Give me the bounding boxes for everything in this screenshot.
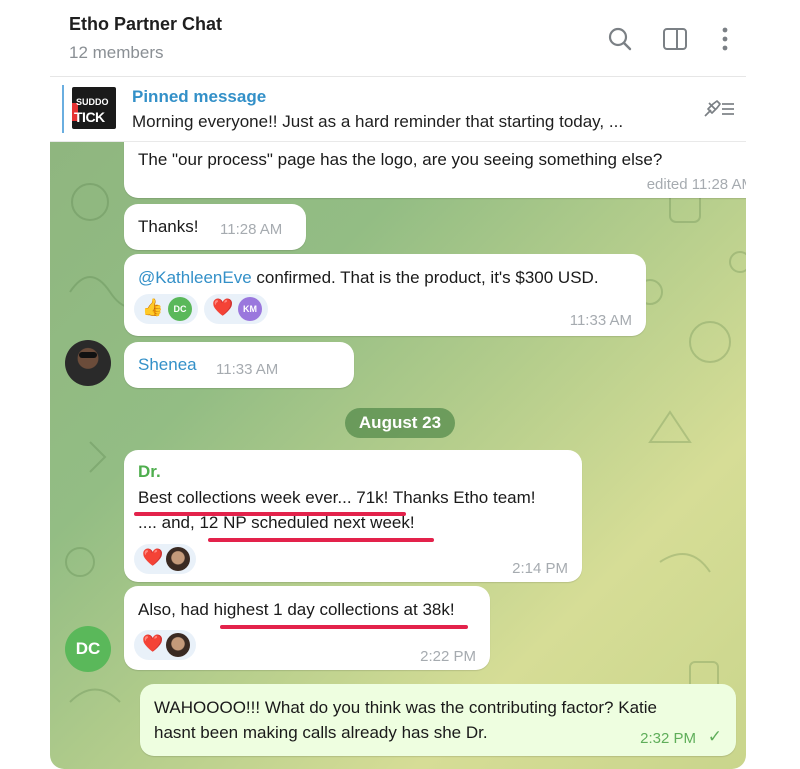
message-bubble[interactable]: Also, had highest 1 day collections at 3…: [124, 586, 490, 670]
pinned-indicator: [62, 85, 64, 133]
message-text: Best collections week ever... 71k! Thank…: [138, 488, 536, 507]
message-bubble[interactable]: Shenea 11:33 AM: [124, 342, 354, 388]
message-time: 2:32 PM: [640, 730, 696, 747]
message-text: .... and, 12 NP scheduled next week!: [138, 513, 415, 532]
user-mention[interactable]: @KathleenEve: [138, 268, 252, 287]
reaction-thumbs-up[interactable]: 👍 DC: [134, 294, 198, 324]
heart-icon: ❤️: [142, 634, 164, 653]
avatar[interactable]: DC: [65, 626, 111, 672]
sidebar-toggle-icon[interactable]: [662, 26, 688, 52]
message-bubble[interactable]: Thanks! 11:28 AM: [124, 204, 306, 250]
outgoing-message-bubble[interactable]: WAHOOOO!!! What do you think was the con…: [140, 684, 736, 756]
pinned-message-bar[interactable]: SUDDO TICK Pinned message Morning everyo…: [50, 77, 746, 142]
message-time: 11:28 AM: [220, 221, 283, 238]
chat-title[interactable]: Etho Partner Chat: [69, 14, 222, 35]
chat-window: Etho Partner Chat 12 members SUDDO TICK …: [50, 0, 746, 769]
pinned-label: Pinned message: [132, 87, 267, 106]
message-text: Thanks!: [138, 217, 199, 236]
reaction-heart[interactable]: ❤️: [134, 630, 196, 660]
highlight-underline: [208, 538, 434, 542]
reaction-avatar: DC: [168, 297, 192, 321]
message-time: 2:14 PM: [512, 560, 568, 577]
message-time: 11:33 AM: [569, 312, 632, 329]
message-bubble[interactable]: The "our process" page has the logo, are…: [124, 142, 746, 198]
heart-icon: ❤️: [212, 298, 234, 317]
read-check-icon: ✓: [707, 727, 722, 746]
sender-link[interactable]: Shenea: [138, 355, 197, 375]
message-text: @KathleenEve confirmed. That is the prod…: [138, 268, 599, 287]
reaction-avatar: KM: [238, 297, 262, 321]
thumbnail-text-bottom: TICK: [74, 109, 105, 125]
pinned-text: Morning everyone!! Just as a hard remind…: [132, 112, 624, 131]
sender-name[interactable]: Dr.: [138, 462, 161, 482]
more-options-icon[interactable]: [712, 26, 738, 52]
pinned-thumbnail: SUDDO TICK: [72, 87, 116, 129]
avatar[interactable]: [65, 340, 111, 386]
message-area[interactable]: The "our process" page has the logo, are…: [50, 142, 746, 769]
reaction-avatar: [166, 547, 190, 571]
message-time: edited 11:28 AM: [646, 176, 746, 193]
search-icon[interactable]: [607, 26, 633, 52]
thumbs-up-icon: 👍: [142, 298, 164, 317]
message-text: The "our process" page has the logo, are…: [138, 150, 663, 169]
date-separator: August 23: [345, 408, 455, 438]
reaction-avatar: [166, 633, 190, 657]
chat-header: Etho Partner Chat 12 members: [50, 0, 746, 77]
message-bubble[interactable]: Dr. Best collections week ever... 71k! T…: [124, 450, 582, 582]
reaction-heart[interactable]: ❤️: [134, 544, 196, 574]
message-time: 2:22 PM: [420, 648, 476, 665]
reaction-heart[interactable]: ❤️ KM: [204, 294, 268, 324]
message-bubble[interactable]: @KathleenEve confirmed. That is the prod…: [124, 254, 646, 336]
thumbnail-text-top: SUDDO: [76, 97, 109, 107]
message-text: WAHOOOO!!! What do you think was the con…: [154, 698, 657, 717]
message-text: hasnt been making calls already has she …: [154, 723, 488, 742]
message-time: 11:33 AM: [216, 361, 279, 378]
message-text: Also, had highest 1 day collections at 3…: [138, 600, 455, 619]
member-count[interactable]: 12 members: [69, 43, 163, 63]
heart-icon: ❤️: [142, 548, 164, 567]
highlight-underline: [220, 625, 468, 629]
pin-list-icon[interactable]: [700, 97, 738, 121]
